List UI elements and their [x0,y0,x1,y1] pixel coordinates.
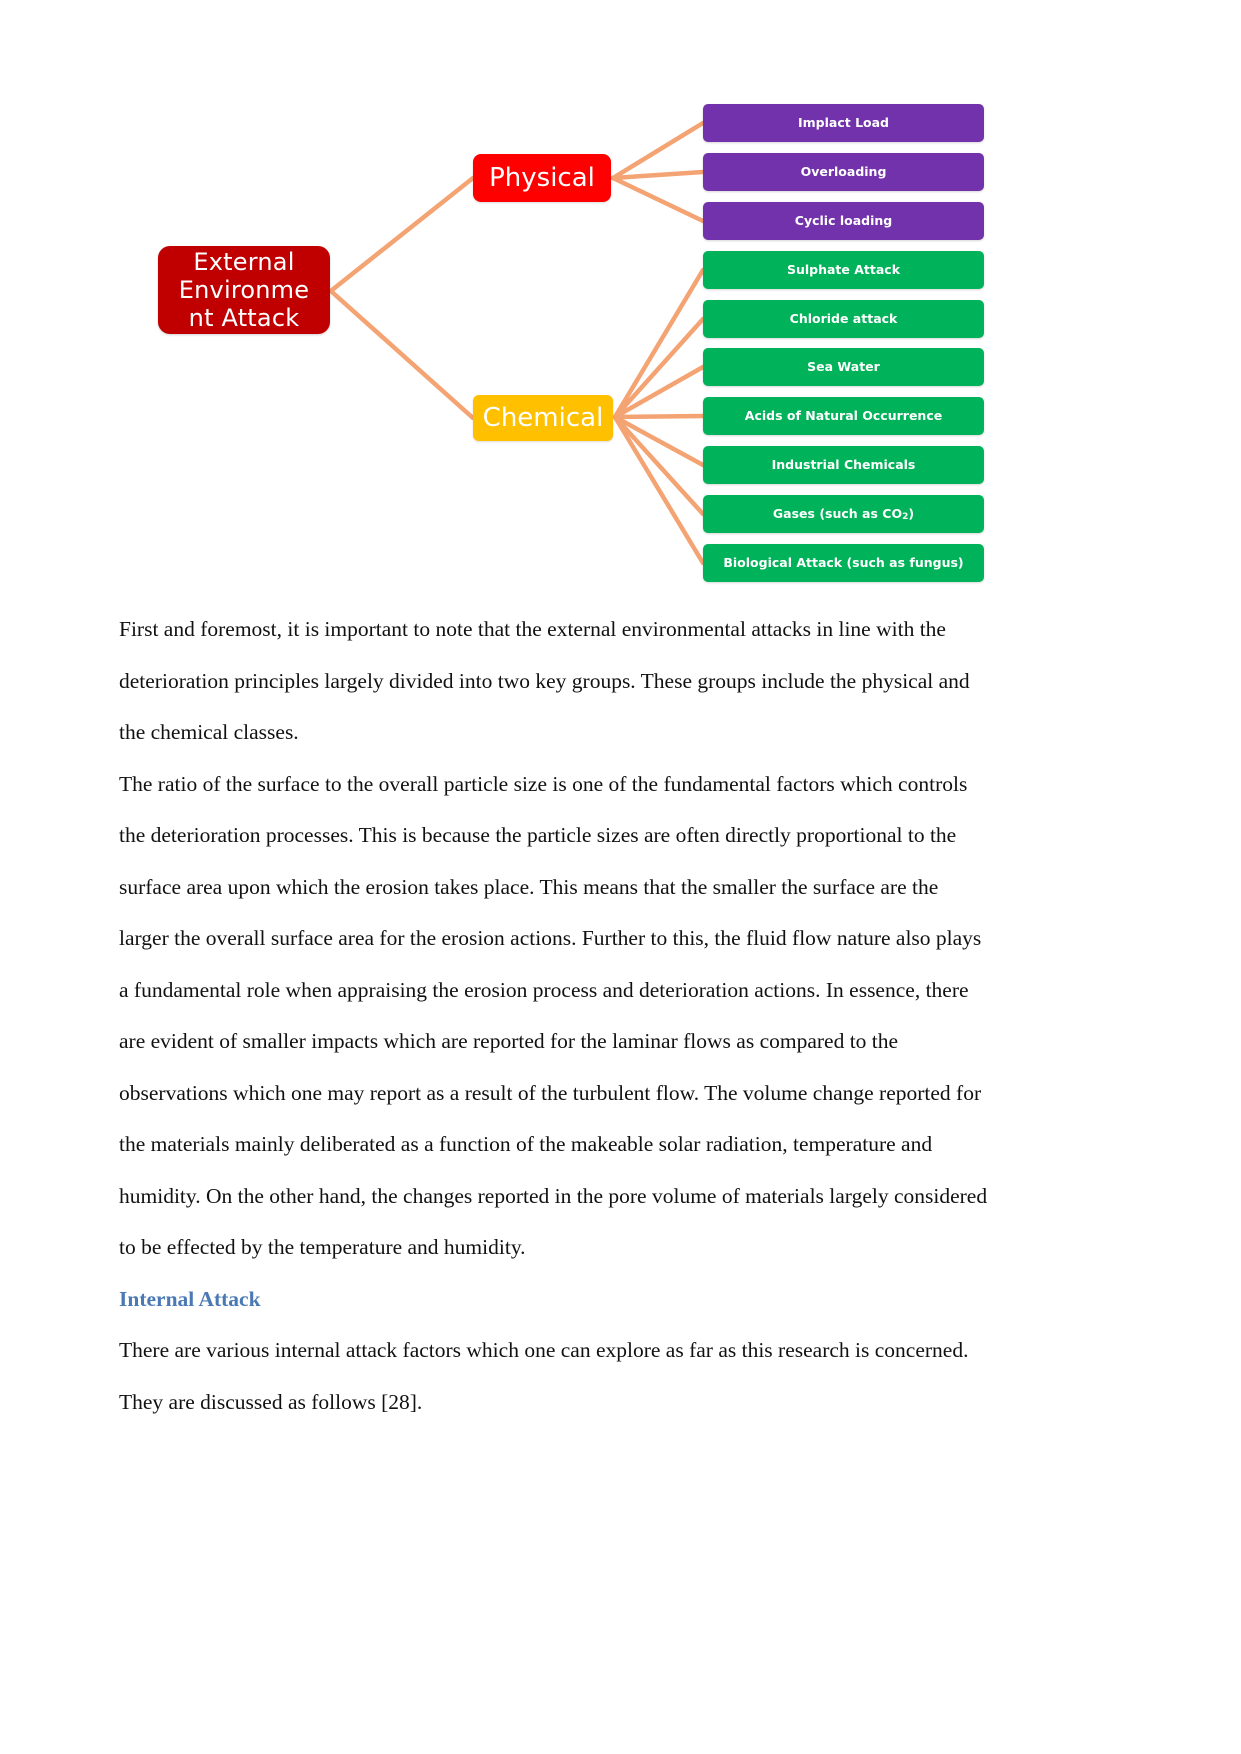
document-body: First and foremost, it is important to n… [119,604,989,1428]
paragraph-2: The ratio of the surface to the overall … [119,771,988,1260]
node-root-line-3: nt Attack [188,304,300,333]
node-root-line-2: Environme [178,275,310,304]
leaf-industrial-chemicals[interactable]: Industrial Chemicals [703,446,984,484]
leaf-chloride-attack[interactable]: Chloride attack [703,300,984,338]
document-page: External Environme nt Attack Physical Ch… [0,0,1241,1754]
leaf-sulphate-attack[interactable]: Sulphate Attack [703,251,984,289]
leaf-overloading[interactable]: Overloading [703,153,984,191]
node-external-environment-attack[interactable]: External Environme nt Attack [158,246,330,334]
leaf-sea-water[interactable]: Sea Water [703,348,984,386]
paragraph-3: There are various internal attack factor… [119,1338,969,1414]
node-physical[interactable]: Physical [473,154,611,202]
leaf-biological-attack[interactable]: Biological Attack (such as fungus) [703,544,984,582]
leaf-implact-load[interactable]: Implact Load [703,104,984,142]
mind-map-diagram: External Environme nt Attack Physical Ch… [0,0,1241,600]
node-chemical[interactable]: Chemical [473,395,613,441]
leaf-acids-of-natural-occurrence[interactable]: Acids of Natural Occurrence [703,397,984,435]
heading-internal-attack: Internal Attack [119,1286,261,1311]
node-root-line-1: External [193,247,295,276]
leaf-gases[interactable]: Gases (such as CO 2) [703,495,984,533]
paragraph-1: First and foremost, it is important to n… [119,617,970,744]
leaf-cyclic-loading[interactable]: Cyclic loading [703,202,984,240]
